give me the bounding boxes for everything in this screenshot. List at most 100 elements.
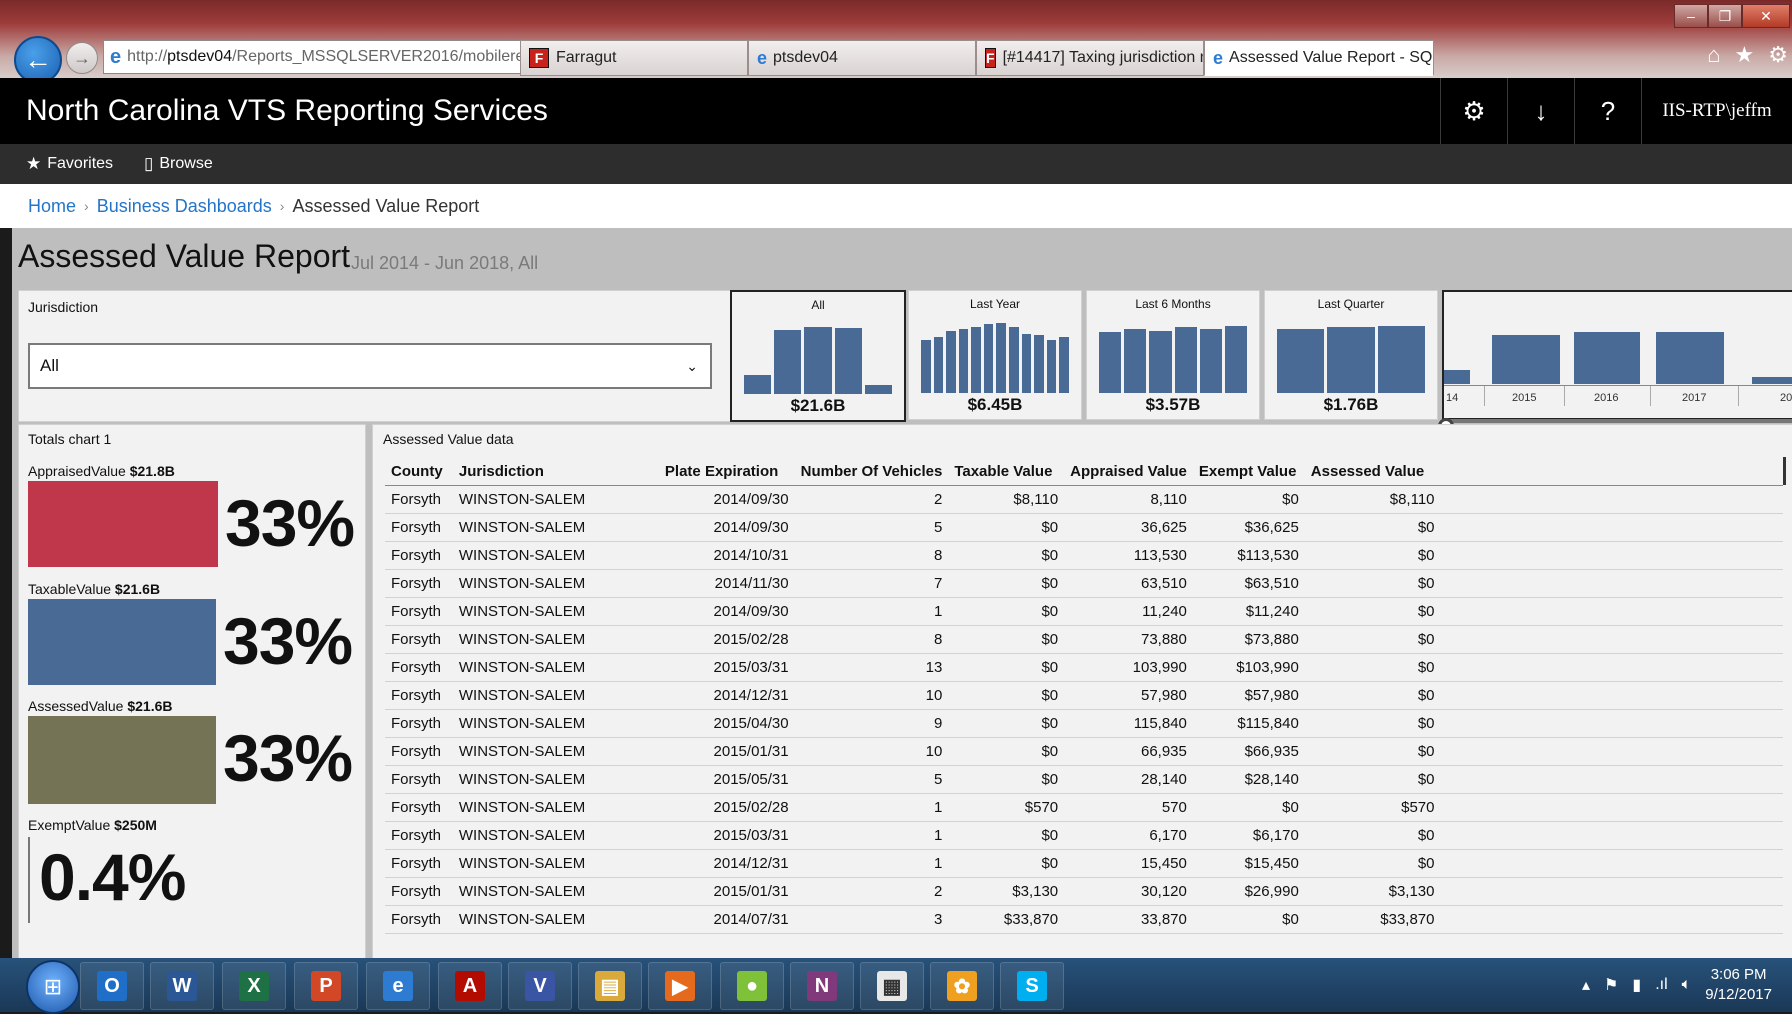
address-bar[interactable]: e http://ptsdev04/Reports_MSSQLSERVER201… [103, 40, 583, 74]
tile-bar [1034, 335, 1044, 393]
home-icon[interactable]: ⌂ [1707, 42, 1720, 68]
taskbar-file-explorer[interactable]: ▤ [578, 962, 642, 1010]
tile-bar [834, 328, 862, 394]
user-menu[interactable]: IIS-RTP\jeffm [1641, 78, 1792, 144]
table-row[interactable]: Forsyth WINSTON-SALEM 2015/03/31 1 $0 6,170 $6… [385, 821, 1783, 850]
taskbar-outlook[interactable]: O [80, 962, 144, 1010]
data-grid[interactable]: County Jurisdiction Plate Expiration Num… [385, 457, 1783, 957]
clock[interactable]: 3:06 PM 9/12/2017 [1705, 965, 1772, 1005]
tile-last-quarter[interactable]: Last Quarter $1.76B [1264, 290, 1438, 420]
nav-favorites[interactable]: ★ Favorites [26, 144, 113, 184]
close-window-button[interactable]: ✕ [1742, 4, 1790, 28]
table-cell: $0 [948, 765, 1065, 794]
tray-expand-icon[interactable]: ▴ [1582, 975, 1590, 995]
nav-bar: ★ Favorites ▯ Browse [0, 144, 1792, 184]
tile-last-year[interactable]: Last Year $6.45B [908, 290, 1082, 420]
column-header[interactable]: Jurisdiction [452, 457, 659, 486]
column-header[interactable]: County [385, 457, 453, 486]
table-row[interactable]: Forsyth WINSTON-SALEM 2015/01/31 2 $3,130 30,… [385, 877, 1783, 906]
timeline-navigator[interactable]: 14 2015 2016 2017 20 [1442, 290, 1792, 420]
back-button[interactable]: ← [14, 36, 62, 84]
table-cell: $0 [1304, 681, 1441, 710]
jurisdiction-select[interactable]: All ⌄ [28, 343, 712, 389]
taxable-percent: 33% [223, 604, 353, 678]
chevron-down-icon: ⌄ [686, 357, 698, 374]
flag-icon[interactable]: ⚑ [1604, 975, 1618, 995]
volume-icon[interactable]: 🔈︎ [1682, 976, 1692, 994]
taskbar-media-player[interactable]: ▶ [648, 962, 712, 1010]
table-cell: WINSTON-SALEM [452, 681, 659, 710]
table-cell: $28,140 [1192, 765, 1305, 794]
tab-assessed-value-report[interactable]: e Assessed Value Report - SQ... ✕ [1204, 40, 1434, 76]
word-icon: W [167, 971, 197, 1001]
start-button[interactable]: ⊞ [26, 960, 80, 1014]
taskbar-word[interactable]: W [150, 962, 214, 1010]
timeline-divider [1484, 386, 1485, 406]
tile-bar [983, 324, 994, 393]
column-header[interactable]: Taxable Value [948, 457, 1065, 486]
taskbar-onenote[interactable]: N [790, 962, 854, 1010]
breadcrumb-home[interactable]: Home [28, 196, 76, 217]
column-header[interactable]: Number Of Vehicles [794, 457, 949, 486]
taskbar-skype[interactable]: S [1000, 962, 1064, 1010]
table-cell: 1 [794, 793, 949, 822]
download-icon[interactable]: ↓ [1507, 78, 1574, 144]
table-row[interactable]: Forsyth WINSTON-SALEM 2015/04/30 9 $0 115,840… [385, 709, 1783, 738]
table-row[interactable]: Forsyth WINSTON-SALEM 2015/02/28 1 $570 570 $0… [385, 793, 1783, 822]
timeline-range-bar[interactable] [1444, 419, 1792, 423]
column-header[interactable]: Exempt Value [1192, 457, 1305, 486]
table-row[interactable]: Forsyth WINSTON-SALEM 2014/12/31 10 $0 57,980… [385, 681, 1783, 710]
grid-scrollbar[interactable] [1783, 457, 1786, 485]
favorites-star-icon[interactable]: ★ [1735, 42, 1755, 68]
breadcrumb-business-dashboards[interactable]: Business Dashboards [97, 196, 272, 217]
jurisdiction-label: Jurisdiction [28, 299, 99, 315]
table-row[interactable]: Forsyth WINSTON-SALEM 2015/03/31 13 $0 103,99… [385, 653, 1783, 682]
breadcrumb: Home › Business Dashboards › Assessed Va… [0, 184, 1792, 228]
table-row[interactable]: Forsyth WINSTON-SALEM 2014/09/30 2 $8,110 8,1… [385, 485, 1783, 514]
tab-ptsdev04[interactable]: e ptsdev04 [748, 40, 976, 76]
table-cell: $0 [948, 625, 1065, 654]
taskbar-excel[interactable]: X [222, 962, 286, 1010]
appraised-box [28, 481, 218, 567]
tile-all[interactable]: All $21.6B [730, 290, 906, 422]
table-row[interactable]: Forsyth WINSTON-SALEM 2014/11/30 7 $0 63,510 $… [385, 569, 1783, 598]
exempt-percent: 0.4% [39, 840, 186, 914]
taskbar-acrobat[interactable]: A [438, 962, 502, 1010]
taskbar-flower-app[interactable]: ✿ [930, 962, 994, 1010]
onenote-icon: N [807, 971, 837, 1001]
column-header[interactable]: Appraised Value [1064, 457, 1193, 486]
forward-button[interactable]: → [66, 42, 98, 74]
nav-browse[interactable]: ▯ Browse [144, 144, 213, 184]
table-row[interactable]: Forsyth WINSTON-SALEM 2014/10/31 8 $0 113,530… [385, 541, 1783, 570]
gear-icon[interactable]: ⚙ [1768, 42, 1788, 68]
table-body: Forsyth WINSTON-SALEM 2014/09/30 2 $8,110 8,1… [385, 485, 1783, 934]
taskbar-visio[interactable]: V [508, 962, 572, 1010]
table-cell: 11,240 [1064, 597, 1193, 626]
restore-button[interactable]: ❐ [1708, 4, 1742, 28]
signal-icon[interactable]: .ıl [1655, 976, 1667, 994]
taskbar-green-app[interactable]: ● [720, 962, 784, 1010]
table-row[interactable]: Forsyth WINSTON-SALEM 2014/09/30 5 $0 36,625 $… [385, 513, 1783, 542]
taskbar-powerpoint[interactable]: P [294, 962, 358, 1010]
table-row[interactable]: Forsyth WINSTON-SALEM 2014/12/31 1 $0 15,450 $… [385, 849, 1783, 878]
taskbar-calendar[interactable]: ▦ [860, 962, 924, 1010]
table-row[interactable]: Forsyth WINSTON-SALEM 2014/07/31 3 $33,870 33… [385, 905, 1783, 934]
table-cell: 2015/04/30 [658, 709, 795, 738]
network-icon[interactable]: ▮ [1632, 975, 1641, 995]
tile-bar [1327, 327, 1375, 393]
table-row[interactable]: Forsyth WINSTON-SALEM 2015/02/28 8 $0 73,880 $… [385, 625, 1783, 654]
tile-last-6-months[interactable]: Last 6 Months $3.57B [1086, 290, 1260, 420]
tab-farragut[interactable]: F Farragut [520, 40, 748, 76]
minimize-button[interactable]: – [1674, 4, 1708, 28]
table-row[interactable]: Forsyth WINSTON-SALEM 2014/09/30 1 $0 11,240 $… [385, 597, 1783, 626]
settings-gear-icon[interactable]: ⚙ [1440, 78, 1507, 144]
table-row[interactable]: Forsyth WINSTON-SALEM 2015/05/31 5 $0 28,140 $… [385, 765, 1783, 794]
help-icon[interactable]: ? [1574, 78, 1641, 144]
table-cell: $0 [948, 849, 1065, 878]
taskbar-internet-explorer[interactable]: e [366, 962, 430, 1010]
column-header[interactable]: Assessed Value [1304, 457, 1441, 486]
totals-chart-panel: Totals chart 1 AppraisedValue $21.8B 33%… [18, 424, 366, 960]
tab-taxing-jurisdiction[interactable]: F [#14417] Taxing jurisdiction mi... [976, 40, 1204, 76]
table-row[interactable]: Forsyth WINSTON-SALEM 2015/01/31 10 $0 66,935… [385, 737, 1783, 766]
column-header[interactable]: Plate Expiration [658, 457, 795, 486]
